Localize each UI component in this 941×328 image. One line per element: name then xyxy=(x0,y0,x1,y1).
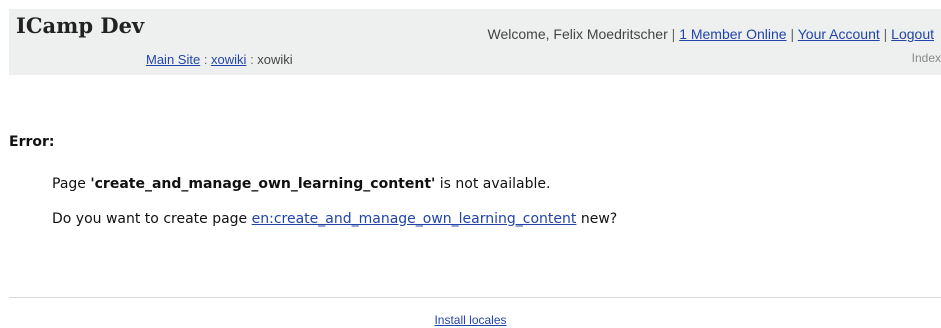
user-bar-separator: | xyxy=(667,26,680,42)
breadcrumb-separator: : xyxy=(246,52,258,67)
footer: Install locales xyxy=(0,313,941,327)
breadcrumb-main-site-link[interactable]: Main Site xyxy=(146,52,200,67)
your-account-link[interactable]: Your Account xyxy=(798,26,880,42)
members-online-link[interactable]: 1 Member Online xyxy=(679,26,786,42)
page: ICamp Dev Main Site : xowiki : xowiki We… xyxy=(0,0,941,328)
create-prompt-suffix: new? xyxy=(576,211,618,227)
user-bar-separator: | xyxy=(879,26,892,42)
breadcrumb-current: xowiki xyxy=(257,52,293,67)
create-prompt-prefix: Do you want to create page xyxy=(52,211,252,227)
header-bar: ICamp Dev Main Site : xowiki : xowiki We… xyxy=(9,9,941,75)
create-page-prompt: Do you want to create page en:create_and… xyxy=(52,211,617,227)
install-locales-link[interactable]: Install locales xyxy=(434,313,506,327)
missing-page-name: 'create_and_manage_own_learning_content' xyxy=(90,176,436,192)
breadcrumb-separator: : xyxy=(200,52,212,67)
logout-link[interactable]: Logout xyxy=(891,26,934,42)
site-title: ICamp Dev xyxy=(16,13,145,38)
error-message-prefix: Page xyxy=(52,176,91,192)
user-bar: Welcome, Felix Moedritscher | 1 Member O… xyxy=(488,26,934,42)
welcome-text: Welcome, Felix Moedritscher xyxy=(487,26,668,42)
error-label: Error: xyxy=(9,134,55,150)
error-message-suffix: is not available. xyxy=(435,176,551,192)
index-link[interactable]: Index xyxy=(912,51,941,65)
error-message-not-available: Page 'create_and_manage_own_learning_con… xyxy=(52,176,550,192)
create-page-link[interactable]: en:create_and_manage_own_learning_conten… xyxy=(252,211,577,227)
breadcrumb-xowiki-link[interactable]: xowiki xyxy=(211,52,246,67)
user-bar-separator: | xyxy=(786,26,798,42)
breadcrumb: Main Site : xowiki : xowiki xyxy=(146,52,293,67)
footer-divider xyxy=(9,297,941,298)
